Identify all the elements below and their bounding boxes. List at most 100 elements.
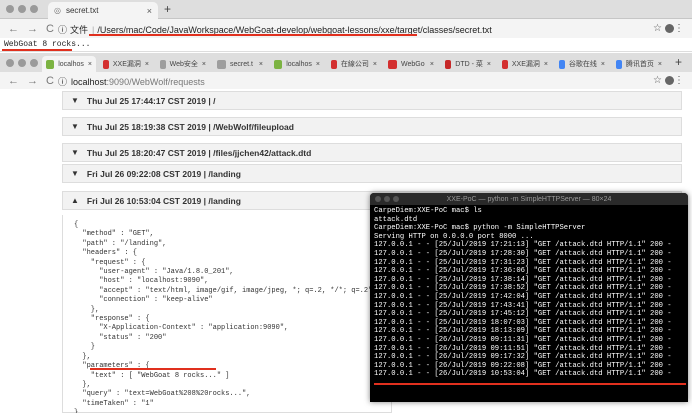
url-path: :9090/WebWolf/requests [106,76,205,87]
close-tab-icon[interactable]: × [544,61,548,68]
screenshot-root: ◎ secret.txt × + ← → C ⓘ 文件 | /Users/mac… [0,0,692,413]
back-icon[interactable]: ← [8,23,19,35]
request-label: Thu Jul 25 18:19:38 CST 2019 | /WebWolf/… [86,121,294,132]
tab-3[interactable]: secret.t × [213,56,267,72]
close-tab-icon[interactable]: × [430,61,434,68]
menu-kebab-icon[interactable]: ⋮ [674,23,684,34]
terminal-close-dot[interactable] [375,196,381,202]
tab-8[interactable]: XXE漏洞 × [498,56,552,72]
new-tab-button[interactable]: + [164,2,171,16]
window-close-dot[interactable] [6,5,14,13]
close-tab-icon[interactable]: × [487,61,491,68]
window-zoom-dot[interactable] [30,59,38,67]
request-panel-header[interactable]: ▼ Thu Jul 25 18:20:47 CST 2019 | /files/j… [62,143,682,162]
tab-6[interactable]: WebGo × [384,56,438,72]
url-annotation-underline [89,34,417,36]
profile-avatar[interactable] [665,76,674,85]
request-label: Fri Jul 26 10:53:04 CST 2019 | /landing [86,195,241,206]
tab-1[interactable]: XXE漏洞 × [99,56,153,72]
close-tab-icon[interactable]: × [88,61,92,68]
new-tab-button[interactable]: + [675,55,682,69]
close-tab-icon[interactable]: × [316,61,320,68]
terminal-line: CarpeDiem:XXE-PoC mac$ ls [374,207,482,215]
close-tab-icon[interactable]: × [147,6,152,16]
favicon-icon [46,59,55,69]
url-text: /Users/mac/Code/JavaWorkspace/WebGoat-de… [97,24,492,35]
bookmark-star-icon[interactable]: ☆ [653,23,662,34]
close-tab-icon[interactable]: × [259,61,263,68]
tab-0[interactable]: localhos × [42,56,96,72]
info-icon: ⓘ [58,25,68,35]
request-panel-header[interactable]: ▼ Fri Jul 26 09:22:08 CST 2019 | /landing [62,164,682,183]
terminal-line: 127.0.0.1 - - [26/Jul/2019 10:53:04] "GE… [374,370,672,379]
tab-5[interactable]: 在線公司 × [327,56,381,72]
terminal-line: 127.0.0.1 - - [26/Jul/2019 09:11:51] "GE… [374,344,672,353]
tab-7[interactable]: DTD - 菜 × [441,56,495,72]
menu-kebab-icon[interactable]: ⋮ [674,75,684,86]
terminal-titlebar: XXE-PoC — python -m SimpleHTTPServer — 8… [370,193,688,205]
chevron-down-icon[interactable]: ▼ [71,122,79,131]
parameter-annotation-underline [90,368,216,370]
window-close-dot[interactable] [6,59,14,67]
tab-10[interactable]: 腾讯首页 × [612,56,666,72]
close-tab-icon[interactable]: × [658,61,662,68]
second-address-bar: ← → C ⓘ localhost:9090/WebWolf/requests … [0,72,692,89]
terminal-window[interactable]: XXE-PoC — python -m SimpleHTTPServer — 8… [370,193,688,402]
terminal-line: 127.0.0.1 - - [25/Jul/2019 17:45:12] "GE… [374,310,672,319]
reload-icon[interactable]: C [46,75,54,87]
tab-label: XXE漏洞 [112,61,141,68]
chevron-down-icon[interactable]: ▼ [71,169,79,178]
tab-label: localhos [58,60,84,68]
file-scheme-label: 文件 [70,25,89,35]
terminal-line: 127.0.0.1 - - [26/Jul/2019 09:11:31] "GE… [374,335,672,344]
back-icon[interactable]: ← [8,75,19,87]
terminal-line: 127.0.0.1 - - [26/Jul/2019 09:17:32] "GE… [374,353,672,362]
forward-icon[interactable]: → [27,75,38,87]
favicon-icon [388,59,397,69]
chevron-up-icon[interactable]: ▲ [71,196,79,205]
favicon-icon [274,59,283,69]
request-label: Fri Jul 26 09:22:08 CST 2019 | /landing [86,168,241,179]
terminal-line: 127.0.0.1 - - [25/Jul/2019 17:31:23] "GE… [374,258,672,267]
favicon-icon [559,59,565,69]
request-panel-header[interactable]: ▼ Thu Jul 25 17:44:17 CST 2019 | / [62,91,682,110]
close-tab-icon[interactable]: × [373,61,377,68]
terminal-line: 127.0.0.1 - - [25/Jul/2019 17:21:13] "GE… [374,241,672,250]
tab-9[interactable]: 谷歌在线 × [555,56,609,72]
tab-title: secret.txt [65,6,99,15]
close-tab-icon[interactable]: × [145,61,149,68]
terminal-line: 127.0.0.1 - - [25/Jul/2019 17:42:04] "GE… [374,292,672,301]
tab-label: 谷歌在线 [568,61,597,68]
file-icon: ◎ [54,6,61,15]
terminal-line: 127.0.0.1 - - [25/Jul/2019 17:38:14] "GE… [374,275,672,284]
secret-page-content: WebGoat 8 rocks... [0,38,692,52]
tab-label: XXE漏洞 [511,61,540,68]
window-zoom-dot[interactable] [30,5,38,13]
close-tab-icon[interactable]: × [601,61,605,68]
url-field[interactable]: ⓘ localhost:9090/WebWolf/requests [58,74,652,89]
forward-icon[interactable]: → [27,23,38,35]
terminal-line: 127.0.0.1 - - [25/Jul/2019 17:36:06] "GE… [374,267,672,276]
terminal-minimize-dot[interactable] [384,196,390,202]
chevron-down-icon[interactable]: ▼ [71,148,79,157]
bookmark-star-icon[interactable]: ☆ [653,75,662,86]
terminal-line: Serving HTTP on 0.0.0.0 port 8000 ... [374,232,534,241]
favicon-icon [103,59,109,69]
window-minimize-dot[interactable] [18,59,26,67]
request-panel-header[interactable]: ▼ Thu Jul 25 18:19:38 CST 2019 | /WebWolf… [62,117,682,136]
window-minimize-dot[interactable] [18,5,26,13]
url-separator: | [92,24,95,35]
reload-icon[interactable]: C [46,23,54,35]
tab-secret-txt[interactable]: ◎ secret.txt × [48,2,158,19]
close-tab-icon[interactable]: × [202,61,206,68]
tab-label: localhos [286,60,312,68]
favicon-icon [331,59,337,69]
tab-label: secret.t [230,60,253,68]
tab-label: Web安全 [169,61,198,68]
chevron-down-icon[interactable]: ▼ [71,96,79,105]
tab-2[interactable]: Web安全 × [156,56,210,72]
request-json: { "method" : "GET", "path" : "/landing",… [74,221,377,413]
terminal-zoom-dot[interactable] [393,196,399,202]
tab-4[interactable]: localhos × [270,56,324,72]
profile-avatar[interactable] [665,24,674,33]
